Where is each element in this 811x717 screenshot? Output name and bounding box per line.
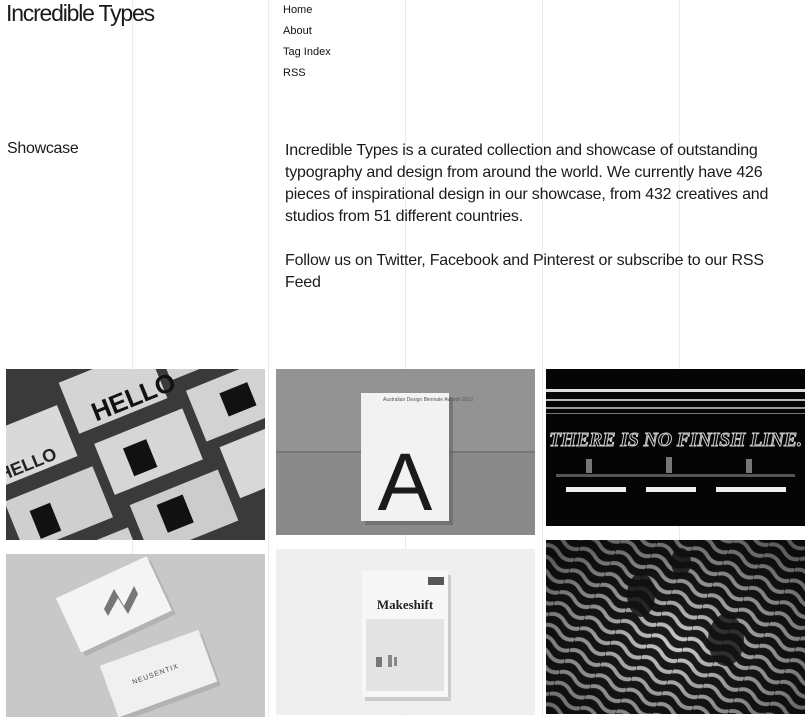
showcase-item-business-cards[interactable]: NEUSENTIX bbox=[6, 554, 265, 717]
business-cards-image: NEUSENTIX bbox=[6, 554, 265, 717]
showcase-item-hello-cards[interactable]: HELLO HELLO bbox=[6, 369, 265, 540]
nav-item-rss[interactable]: RSS bbox=[283, 67, 331, 88]
hello-cards-image: HELLO HELLO bbox=[6, 369, 265, 540]
showcase-item-wave-pattern[interactable] bbox=[546, 540, 805, 714]
poster-title: Australian Design Biennale Awards 2012 bbox=[383, 397, 473, 403]
grid-line bbox=[268, 0, 269, 717]
poster-letter: A bbox=[378, 437, 433, 528]
main-nav: Home About Tag Index RSS bbox=[283, 4, 331, 88]
intro-follow-paragraph: Follow us on Twitter, Facebook and Pinte… bbox=[285, 252, 764, 291]
makeshift-magazine-image: Makeshift bbox=[276, 549, 535, 715]
showcase-item-design-awards-poster[interactable]: Australian Design Biennale Awards 2012 A bbox=[276, 369, 535, 535]
showcase-item-finish-line[interactable]: THERE IS NO FINISH LINE. bbox=[546, 369, 805, 526]
design-awards-poster-image: Australian Design Biennale Awards 2012 A bbox=[276, 369, 535, 535]
nav-item-about[interactable]: About bbox=[283, 25, 331, 46]
magazine-title: Makeshift bbox=[377, 597, 434, 612]
wave-pattern-image bbox=[546, 540, 805, 714]
nav-item-home[interactable]: Home bbox=[283, 4, 331, 25]
intro-paragraph: Incredible Types is a curated collection… bbox=[285, 142, 769, 225]
intro-text: Incredible Types is a curated collection… bbox=[285, 140, 785, 316]
showcase-item-makeshift-magazine[interactable]: Makeshift bbox=[276, 549, 535, 715]
section-label: Showcase bbox=[7, 140, 79, 157]
site-title[interactable]: Incredible Types bbox=[6, 0, 155, 27]
nav-item-tag-index[interactable]: Tag Index bbox=[283, 46, 331, 67]
grid-line bbox=[542, 0, 543, 717]
finish-line-text: THERE IS NO FINISH LINE. bbox=[549, 429, 802, 451]
finish-line-image: THERE IS NO FINISH LINE. bbox=[546, 369, 805, 526]
